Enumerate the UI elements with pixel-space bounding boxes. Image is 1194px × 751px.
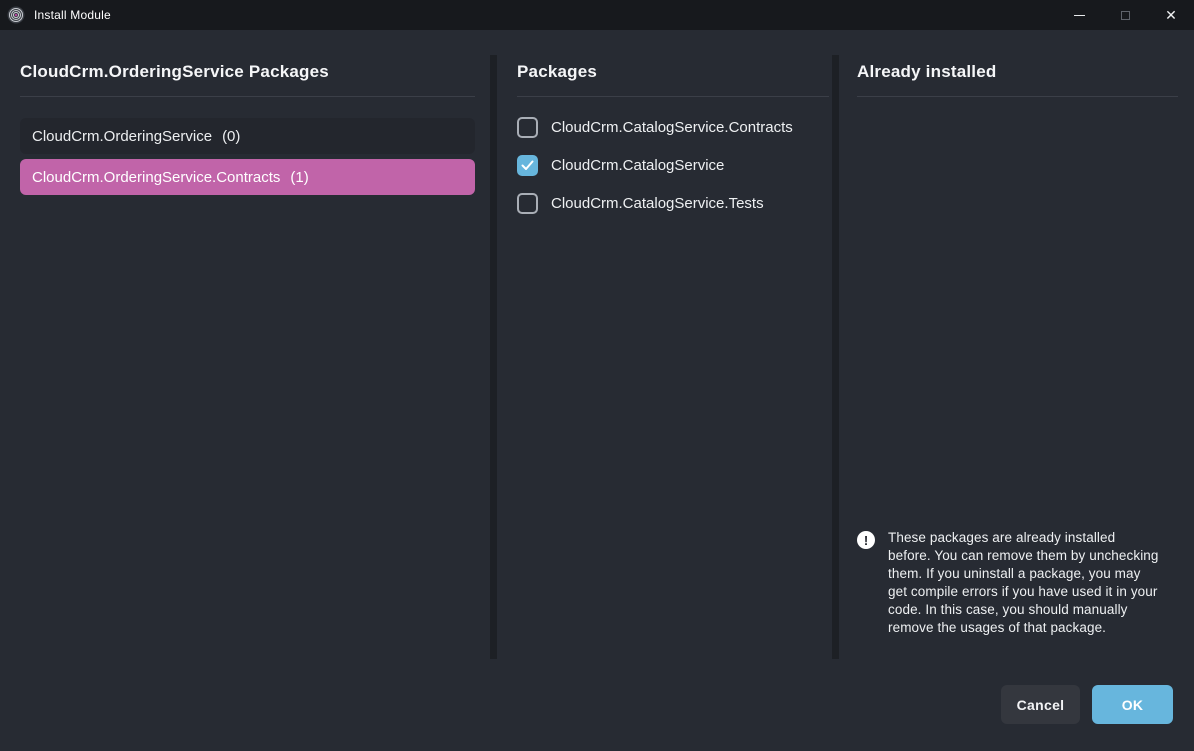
package-row[interactable]: CloudCrm.CatalogService (517, 155, 829, 176)
titlebar: Install Module ✕ (0, 0, 1194, 30)
maximize-button[interactable] (1102, 0, 1148, 30)
module-package-count: (1) (290, 169, 308, 186)
divider (20, 96, 475, 97)
divider (517, 96, 829, 97)
package-row[interactable]: CloudCrm.CatalogService.Contracts (517, 117, 829, 138)
module-package-count: (0) (222, 128, 240, 145)
already-installed-title: Already installed (857, 62, 1178, 82)
column-separator (490, 55, 497, 659)
package-checkbox[interactable] (517, 117, 538, 138)
info-icon: ! (857, 531, 875, 549)
package-label: CloudCrm.CatalogService.Tests (551, 195, 764, 212)
modules-panel: CloudCrm.OrderingService Packages CloudC… (20, 62, 475, 200)
package-checkbox[interactable] (517, 155, 538, 176)
app-logo-icon (7, 6, 25, 24)
module-list-item[interactable]: CloudCrm.OrderingService (0) (20, 118, 475, 154)
minimize-icon (1074, 15, 1085, 16)
close-button[interactable]: ✕ (1148, 0, 1194, 30)
modules-panel-title: CloudCrm.OrderingService Packages (20, 62, 475, 82)
installed-note-text: These packages are already installed bef… (888, 529, 1160, 637)
cancel-button[interactable]: Cancel (1001, 685, 1080, 724)
install-module-dialog: Install Module ✕ CloudCrm.OrderingServic… (0, 0, 1194, 751)
module-label: CloudCrm.OrderingService.Contracts (32, 169, 280, 186)
module-label: CloudCrm.OrderingService (32, 128, 212, 145)
ok-button[interactable]: OK (1092, 685, 1173, 724)
check-icon (521, 160, 534, 171)
package-checkbox[interactable] (517, 193, 538, 214)
package-row[interactable]: CloudCrm.CatalogService.Tests (517, 193, 829, 214)
package-label: CloudCrm.CatalogService.Contracts (551, 119, 793, 136)
column-separator (832, 55, 839, 659)
maximize-icon (1121, 11, 1130, 20)
installed-note: ! These packages are already installed b… (857, 529, 1178, 637)
close-icon: ✕ (1165, 8, 1177, 22)
packages-panel: Packages CloudCrm.CatalogService.Contrac… (517, 62, 829, 231)
divider (857, 96, 1178, 97)
packages-panel-title: Packages (517, 62, 829, 82)
dialog-footer: Cancel OK (1001, 685, 1173, 724)
already-installed-panel: Already installed ! These packages are a… (857, 62, 1178, 637)
minimize-button[interactable] (1056, 0, 1102, 30)
module-list-item[interactable]: CloudCrm.OrderingService.Contracts (1) (20, 159, 475, 195)
module-list: CloudCrm.OrderingService (0) CloudCrm.Or… (20, 118, 475, 195)
window-title: Install Module (34, 8, 111, 22)
package-list: CloudCrm.CatalogService.Contracts CloudC… (517, 117, 829, 214)
package-label: CloudCrm.CatalogService (551, 157, 724, 174)
